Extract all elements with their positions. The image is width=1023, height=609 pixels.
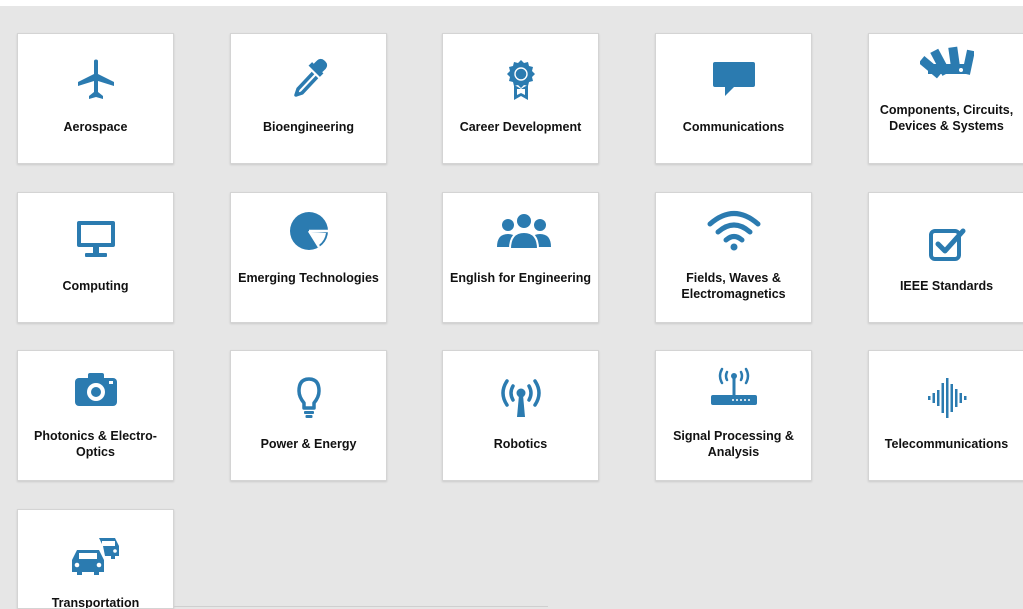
topic-card-bioengineering[interactable]: Bioengineering <box>230 33 387 164</box>
topic-card-robotics[interactable]: Robotics <box>442 350 599 481</box>
topic-card-telecommunications[interactable]: Telecommunications <box>868 350 1023 481</box>
topic-card-power-energy[interactable]: Power & Energy <box>230 350 387 481</box>
topic-label: Photonics & Electro-Optics <box>34 429 157 459</box>
topic-card-signal-processing[interactable]: Signal Processing & Analysis <box>655 350 812 481</box>
topic-label: Power & Energy <box>260 437 357 451</box>
camera-icon <box>69 367 123 411</box>
award-ribbon-icon <box>494 58 548 102</box>
antenna-icon <box>494 375 548 419</box>
topic-card-photonics[interactable]: Photonics & Electro-Optics <box>17 350 174 481</box>
swatch-fan-icon <box>919 44 974 88</box>
topic-label: Bioengineering <box>263 120 354 134</box>
topic-card-english-for-engineering[interactable]: English for Engineering <box>442 192 599 323</box>
topic-grid: Aerospace Bioengineering Career Developm… <box>0 0 1023 609</box>
people-group-icon <box>494 209 551 253</box>
topic-card-career-development[interactable]: Career Development <box>442 33 599 164</box>
speech-bubble-icon <box>707 58 761 102</box>
topic-label: Signal Processing & Analysis <box>673 429 794 459</box>
topic-card-communications[interactable]: Communications <box>655 33 812 164</box>
cars-icon <box>69 532 123 576</box>
topic-card-components[interactable]: Components, Circuits, Devices & Systems <box>868 33 1023 164</box>
topic-card-ieee-standards[interactable]: IEEE Standards <box>868 192 1023 323</box>
topic-label: Telecommunications <box>884 437 1009 451</box>
topic-label: Computing <box>62 279 129 293</box>
topic-label: Communications <box>682 120 785 134</box>
router-icon <box>707 365 761 409</box>
checkbox-icon <box>920 223 974 267</box>
topic-label: Robotics <box>493 437 548 451</box>
topic-card-aerospace[interactable]: Aerospace <box>17 33 174 164</box>
topic-label: Transportation <box>51 596 140 609</box>
topic-label: Components, Circuits, Devices & Systems <box>879 103 1014 133</box>
topic-label: Fields, Waves & Electromagnetics <box>681 271 786 301</box>
divider <box>174 606 548 607</box>
topic-card-transportation[interactable]: Transportation <box>17 509 174 609</box>
topic-label: Career Development <box>459 120 582 134</box>
airplane-icon <box>69 58 123 102</box>
pie-chart-icon <box>282 209 336 253</box>
topic-label: IEEE Standards <box>899 279 994 293</box>
topic-label: Emerging Technologies <box>238 271 379 285</box>
topic-card-fields-waves[interactable]: Fields, Waves & Electromagnetics <box>655 192 812 323</box>
wifi-signal-icon <box>707 209 761 253</box>
topic-card-emerging-technologies[interactable]: Emerging Technologies <box>230 192 387 323</box>
topic-card-computing[interactable]: Computing <box>17 192 174 323</box>
lightbulb-icon <box>282 375 336 419</box>
dropper-icon <box>282 58 336 102</box>
waveform-icon <box>920 375 974 419</box>
topic-label: Aerospace <box>63 120 128 134</box>
monitor-icon <box>69 217 123 261</box>
topic-label: English for Engineering <box>450 271 591 285</box>
